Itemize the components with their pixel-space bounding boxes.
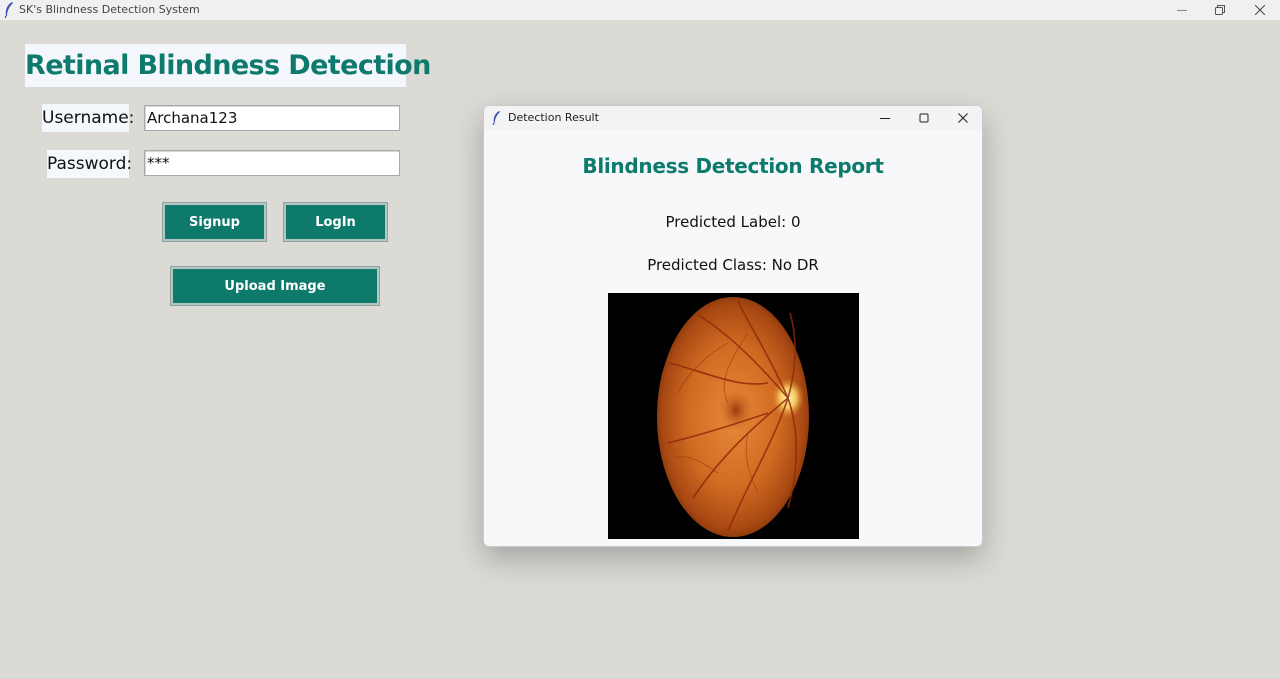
password-label: Password:	[47, 150, 132, 178]
login-button[interactable]: LogIn	[283, 202, 388, 242]
close-button[interactable]	[1240, 0, 1280, 20]
minimize-icon	[1177, 10, 1187, 11]
feather-icon	[492, 111, 500, 125]
minimize-icon	[880, 118, 890, 119]
minimize-button[interactable]	[1162, 0, 1202, 20]
report-title: Blindness Detection Report	[582, 154, 884, 178]
close-icon	[958, 113, 968, 123]
upload-image-button-label: Upload Image	[224, 278, 326, 294]
detection-result-dialog: Detection Result Blindness Detection Rep…	[483, 105, 983, 547]
password-input[interactable]: ***	[144, 150, 400, 176]
upload-image-button[interactable]: Upload Image	[170, 266, 380, 306]
maximize-icon	[919, 113, 929, 123]
dialog-title: Detection Result	[508, 111, 599, 124]
predicted-label-text: Predicted Label: 0	[665, 213, 801, 231]
login-button-label: LogIn	[315, 214, 356, 230]
retina-image	[608, 293, 859, 539]
username-label: Username:	[42, 104, 134, 132]
predicted-class-text: Predicted Class: No DR	[647, 256, 819, 274]
dialog-minimize-button[interactable]	[866, 106, 904, 130]
signup-button-label: Signup	[189, 214, 240, 230]
dialog-titlebar: Detection Result	[484, 106, 982, 130]
main-titlebar: SK's Blindness Detection System	[0, 0, 1280, 20]
retina-fundus-graphic	[657, 297, 809, 537]
app-title: Retinal Blindness Detection	[25, 44, 431, 87]
signup-button[interactable]: Signup	[162, 202, 267, 242]
feather-icon	[4, 2, 13, 18]
username-input[interactable]: Archana123	[144, 105, 400, 131]
restore-icon	[1215, 5, 1225, 15]
window-title: SK's Blindness Detection System	[19, 3, 200, 16]
dialog-close-button[interactable]	[944, 106, 982, 130]
restore-button[interactable]	[1200, 0, 1240, 20]
close-icon	[1255, 5, 1265, 15]
dialog-maximize-button[interactable]	[905, 106, 943, 130]
